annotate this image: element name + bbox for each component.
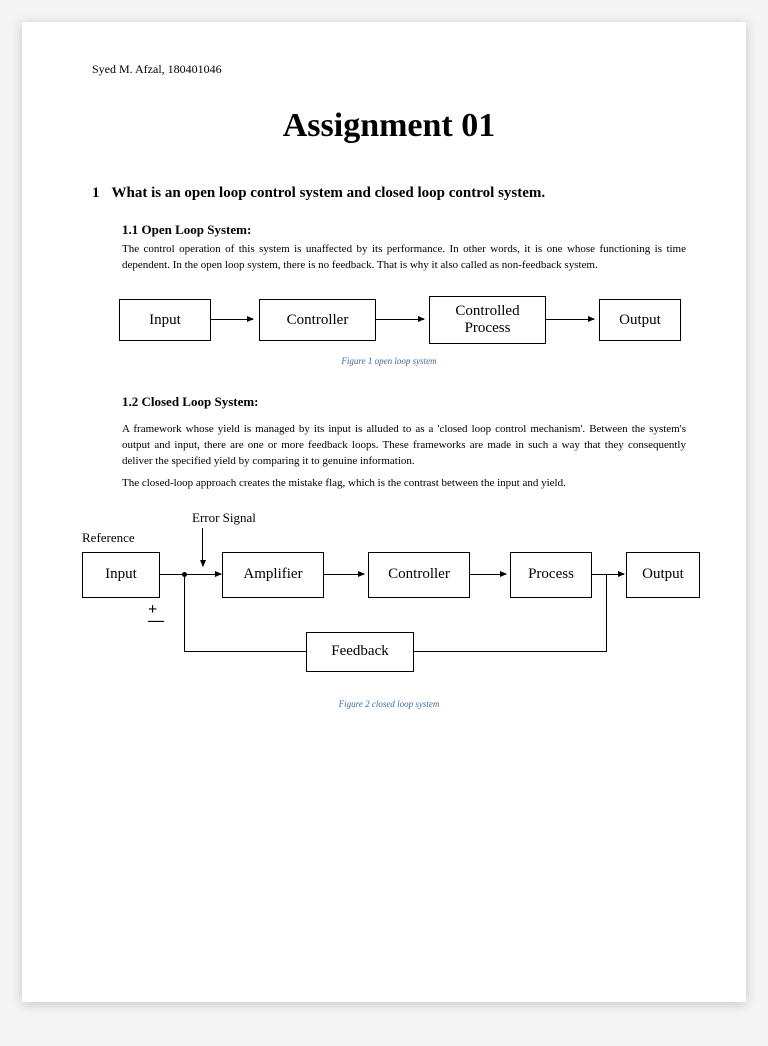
arrow-icon: [610, 574, 624, 575]
fig2-box-controller: Controller: [368, 552, 470, 598]
figure1-caption: Figure 1 open loop system: [92, 356, 686, 366]
arrow-icon: [470, 574, 506, 575]
line: [184, 577, 185, 652]
figure2-diagram: Reference Error Signal Input +— Amplifie…: [82, 510, 682, 685]
section2-body1: A framework whose yield is managed by it…: [122, 422, 686, 470]
section-open-loop: 1.1 Open Loop System: The control operat…: [92, 222, 686, 274]
fig1-box-controller: Controller: [259, 299, 376, 341]
question-row: 1 What is an open loop control system an…: [92, 185, 686, 202]
arrow-icon: [211, 319, 253, 320]
section1-body: The control operation of this system is …: [122, 242, 686, 274]
fig2-box-process: Process: [510, 552, 592, 598]
arrow-icon: [324, 574, 364, 575]
question-number: 1: [92, 185, 100, 202]
arrow-icon: [376, 319, 424, 320]
section2-body2: The closed-loop approach creates the mis…: [122, 476, 686, 492]
section-closed-loop: 1.2 Closed Loop System: A framework whos…: [92, 394, 686, 492]
fig2-box-amplifier: Amplifier: [222, 552, 324, 598]
line: [606, 574, 607, 652]
document-page: Syed M. Afzal, 180401046 Assignment 01 1…: [22, 22, 746, 1002]
fig1-box-process: Controlled Process: [429, 296, 546, 344]
fig2-label-reference: Reference: [82, 530, 135, 546]
assignment-title: Assignment 01: [92, 107, 686, 145]
line: [412, 651, 607, 652]
arrow-icon: [546, 319, 594, 320]
section2-heading: 1.2 Closed Loop System:: [122, 394, 686, 410]
line: [160, 574, 220, 575]
section1-heading: 1.1 Open Loop System:: [122, 222, 686, 238]
fig2-box-output: Output: [626, 552, 700, 598]
question-text: What is an open loop control system and …: [112, 185, 546, 202]
line: [184, 651, 306, 652]
line: [592, 574, 610, 575]
plus-minus-icon: +—: [148, 604, 164, 626]
author-line: Syed M. Afzal, 180401046: [92, 62, 686, 77]
fig1-box-input: Input: [119, 299, 211, 341]
fig2-box-input: Input: [82, 552, 160, 598]
fig1-box-output: Output: [599, 299, 681, 341]
figure1-diagram: Input Controller Controlled Process Outp…: [119, 292, 659, 350]
figure2-caption: Figure 2 closed loop system: [92, 699, 686, 709]
arrow-down-icon: [202, 528, 203, 566]
arrow-icon: [220, 574, 221, 575]
fig2-label-error: Error Signal: [192, 510, 256, 526]
fig2-box-feedback: Feedback: [306, 632, 414, 672]
